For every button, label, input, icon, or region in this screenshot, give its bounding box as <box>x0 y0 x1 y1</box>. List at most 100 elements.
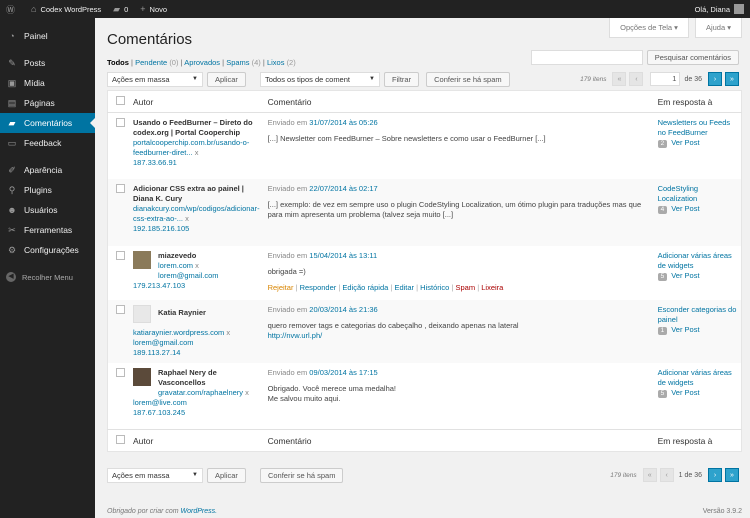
sidebar-item-comments[interactable]: ▰ Comentários <box>0 113 95 133</box>
search-input[interactable] <box>530 50 643 65</box>
new-content-link[interactable]: + Novo <box>134 0 173 18</box>
select-all-checkbox-bottom[interactable] <box>116 435 125 444</box>
comment-date[interactable]: 20/03/2014 às 21:36 <box>309 305 377 314</box>
author-url[interactable]: portalcooperchip.com.br/usando-o-feedbur… <box>133 138 249 157</box>
wp-logo-menu[interactable]: Ⓦ <box>0 0 25 18</box>
unapprove-link[interactable]: Rejeitar <box>268 283 294 292</box>
wordpress-link[interactable]: WordPress. <box>181 508 218 515</box>
next-page-button[interactable]: › <box>708 468 722 482</box>
response-post-link[interactable]: Adicionar várias áreas de widgets <box>658 368 732 387</box>
filter-button[interactable]: Filtrar <box>383 71 420 87</box>
comment-link[interactable]: http://nvw.url.ph/ <box>268 331 323 340</box>
first-page-button[interactable]: « <box>642 468 657 482</box>
author-url[interactable]: katiaraynier.wordpress.com <box>133 328 224 337</box>
row-checkbox[interactable] <box>116 250 125 260</box>
remove-url-icon[interactable]: x <box>195 148 199 157</box>
next-page-button[interactable]: › <box>708 72 722 86</box>
author-ip[interactable]: 179.213.47.103 <box>133 281 185 290</box>
response-post-link[interactable]: Esconder categorias do painel <box>658 305 737 324</box>
comment-date[interactable]: 31/07/2014 às 05:26 <box>309 118 377 127</box>
sidebar-item-media[interactable]: ▣ Mídia <box>0 73 95 93</box>
sidebar-item-settings[interactable]: ⚙ Configurações <box>0 240 95 260</box>
quick-edit-link[interactable]: Edição rápida <box>342 283 388 292</box>
response-post-link[interactable]: Newsletters ou Feeds no FeedBurner <box>658 118 731 137</box>
comment-count-badge[interactable]: 2 <box>657 140 668 148</box>
comment-count-badge[interactable]: 5 <box>657 389 668 398</box>
bulk-actions-select[interactable]: Ações em massa ▼ <box>107 71 203 87</box>
remove-url-icon[interactable]: x <box>185 214 189 223</box>
history-link[interactable]: Histórico <box>420 283 449 292</box>
help-button[interactable]: Ajuda ▾ <box>694 18 742 38</box>
last-page-button[interactable]: » <box>725 72 739 86</box>
sidebar-item-appearance[interactable]: ✐ Aparência <box>0 160 95 180</box>
column-response-footer[interactable]: Em resposta à <box>653 429 742 452</box>
edit-link[interactable]: Editar <box>394 283 414 292</box>
filter-pending[interactable]: Pendente <box>135 58 167 67</box>
column-response[interactable]: Em resposta à <box>653 90 742 113</box>
spam-link[interactable]: Spam <box>456 283 476 292</box>
author-email[interactable]: lorem@gmail.com <box>158 271 219 280</box>
sidebar-item-tools[interactable]: ✂ Ferramentas <box>0 220 95 240</box>
remove-url-icon[interactable]: x <box>226 328 230 337</box>
view-post-link[interactable]: Ver Post <box>671 388 699 397</box>
view-post-link[interactable]: Ver Post <box>671 138 699 147</box>
first-page-button[interactable]: « <box>612 72 627 86</box>
filter-trash[interactable]: Lixos <box>267 58 285 67</box>
bulk-actions-select-bottom[interactable]: Ações em massa ▼ <box>107 467 203 483</box>
row-checkbox[interactable] <box>116 183 125 193</box>
prev-page-button[interactable]: ‹ <box>659 468 674 482</box>
apply-button[interactable]: Aplicar <box>207 71 246 87</box>
author-ip[interactable]: 192.185.216.105 <box>133 224 189 233</box>
comment-count-badge[interactable]: 4 <box>657 205 668 214</box>
author-ip[interactable]: 187.33.66.91 <box>133 158 177 167</box>
comment-date[interactable]: 22/07/2014 às 02:17 <box>309 184 377 193</box>
comments-link[interactable]: ▰ 0 <box>107 0 134 18</box>
last-page-button[interactable]: » <box>725 468 739 482</box>
sidebar-item-feedback[interactable]: ▭ Feedback <box>0 133 95 153</box>
author-email[interactable]: lorem@live.com <box>133 398 187 407</box>
author-url[interactable]: lorem.com <box>158 261 193 270</box>
check-spam-button[interactable]: Conferir se há spam <box>426 71 510 87</box>
comment-date[interactable]: 09/03/2014 às 17:15 <box>309 368 377 377</box>
sidebar-item-plugins[interactable]: ⚲ Plugins <box>0 180 95 200</box>
site-name-link[interactable]: ⌂ Codex WordPress <box>25 0 107 18</box>
collapse-menu-button[interactable]: ◀ Recolher Menu <box>0 267 95 287</box>
filter-approved[interactable]: Aprovados <box>184 58 220 67</box>
remove-url-icon[interactable]: x <box>195 261 199 270</box>
sidebar-item-pages[interactable]: ▤ Páginas <box>0 93 95 113</box>
search-button[interactable]: Pesquisar comentários <box>646 50 739 65</box>
author-ip[interactable]: 187.67.103.245 <box>133 408 185 417</box>
apply-button-bottom[interactable]: Aplicar <box>207 467 246 483</box>
column-author-footer[interactable]: Autor <box>129 429 264 452</box>
remove-url-icon[interactable]: x <box>245 388 249 397</box>
comment-date[interactable]: 15/04/2014 às 13:11 <box>309 251 377 260</box>
filter-all[interactable]: Todos <box>107 58 129 67</box>
view-post-link[interactable]: Ver Post <box>671 271 699 280</box>
sidebar-item-users[interactable]: ☻ Usuários <box>0 200 95 220</box>
column-author[interactable]: Autor <box>129 90 264 113</box>
row-checkbox[interactable] <box>116 118 125 127</box>
comment-count-badge[interactable]: 1 <box>657 326 668 335</box>
row-checkbox[interactable] <box>116 367 125 377</box>
author-ip[interactable]: 189.113.27.14 <box>133 348 180 357</box>
select-all-checkbox[interactable] <box>116 96 125 105</box>
author-url[interactable]: gravatar.com/raphaelnery <box>158 388 243 397</box>
author-email[interactable]: lorem@gmail.com <box>133 338 194 347</box>
screen-options-button[interactable]: Opções de Tela ▾ <box>609 18 689 38</box>
comment-type-select[interactable]: Todos os tipos de coment ▼ <box>259 71 380 87</box>
sidebar-item-posts[interactable]: ✎ Posts <box>0 53 95 73</box>
check-spam-button-bottom[interactable]: Conferir se há spam <box>259 467 344 483</box>
trash-link[interactable]: Lixeira <box>481 283 503 292</box>
current-page-input[interactable]: 1 <box>650 72 681 86</box>
reply-link[interactable]: Responder <box>300 283 337 292</box>
view-post-link[interactable]: Ver Post <box>671 325 699 334</box>
my-account-link[interactable]: Olá, Diana <box>689 0 750 18</box>
author-url[interactable]: dianakcury.com/wp/codigos/adicionar-css-… <box>133 204 260 223</box>
sidebar-item-dashboard[interactable]: ◔ Painel <box>0 26 95 46</box>
row-checkbox[interactable] <box>116 304 125 314</box>
comment-count-badge[interactable]: 5 <box>657 272 668 281</box>
response-post-link[interactable]: Adicionar várias áreas de widgets <box>658 251 732 270</box>
response-post-link[interactable]: CodeStyling Localization <box>658 184 698 203</box>
view-post-link[interactable]: Ver Post <box>671 204 699 213</box>
prev-page-button[interactable]: ‹ <box>629 72 644 86</box>
